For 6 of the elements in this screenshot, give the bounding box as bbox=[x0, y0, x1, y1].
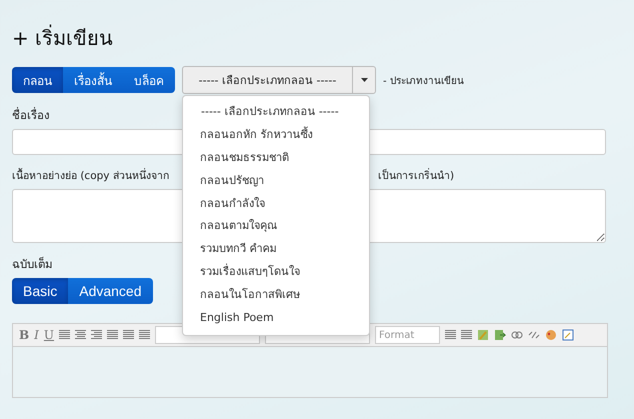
field-label: เนื้อหาอย่างย่อ (copy ส่วนหนึ่งจาก bbox=[12, 167, 169, 184]
select-hint: - ประเภทงานเขียน bbox=[383, 74, 464, 88]
field-label: ชื่อเรื่อง bbox=[12, 106, 50, 124]
field-label: เป็นการเกริ่นนำ) bbox=[378, 167, 454, 184]
page-title: + เริ่มเขียน bbox=[12, 24, 114, 52]
field-label: ฉบับเต็ม bbox=[12, 256, 53, 273]
